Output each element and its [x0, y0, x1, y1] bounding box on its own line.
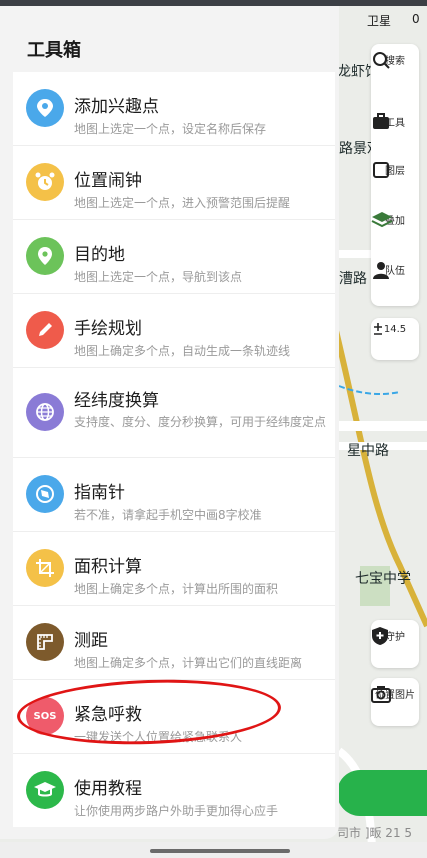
location-pin-icon: [26, 89, 64, 127]
panel-title: 工具箱: [27, 40, 81, 61]
guard-button[interactable]: 守护: [371, 620, 419, 668]
tool-title: 指南针: [74, 483, 125, 503]
tool-title: 面积计算: [74, 557, 142, 577]
alarm-clock-icon: [26, 163, 64, 201]
tool-tutorial[interactable]: 使用教程 让你使用两步路户外助手更加得心应手: [13, 754, 335, 827]
gps-label: 卫星: [367, 14, 392, 28]
tool-desc: 若不准，请拿起手机空中画8字校准: [74, 508, 262, 522]
tool-desc: 让你使用两步路户外助手更加得心应手: [74, 804, 279, 818]
tool-freehand-plan[interactable]: 手绘规划 地图上确定多个点，自动生成一条轨迹线: [13, 294, 335, 368]
start-button[interactable]: [337, 770, 427, 816]
destination-pin-icon: [26, 237, 64, 275]
tool-title: 位置闹钟: [74, 171, 142, 191]
tool-desc: 地图上选定一个点，进入预警范围后提醒: [74, 196, 291, 210]
toolbox-icon: [373, 113, 389, 129]
plus-minus-icon: [374, 323, 382, 335]
right-toolbar: 搜索 工具 图层 叠加 队伍: [371, 44, 419, 306]
tool-desc: 地图上确定多个点，计算出它们的直线距离: [74, 656, 303, 670]
tool-desc: 地图上确定多个点，计算出所围的面积: [74, 582, 279, 596]
map-label-road2: 漕路: [339, 271, 367, 287]
tool-desc: 地图上选定一个点，导航到该点: [74, 270, 243, 284]
tool-desc: 地图上选定一个点，设定名称后保存: [74, 122, 267, 136]
tool-add-poi[interactable]: 添加兴趣点 地图上选定一个点，设定名称后保存: [13, 72, 335, 146]
pencil-icon: [26, 311, 64, 349]
graduation-cap-icon: [26, 771, 64, 809]
search-button[interactable]: 搜索: [371, 50, 419, 69]
tool-distance[interactable]: 测距 地图上确定多个点，计算出它们的直线距离: [13, 606, 335, 680]
tool-title: 添加兴趣点: [74, 97, 159, 117]
layers-button[interactable]: 图层: [371, 160, 419, 178]
compass-icon: [26, 475, 64, 513]
team-button[interactable]: 队伍: [371, 260, 419, 279]
overlay-button[interactable]: 叠加: [371, 210, 419, 228]
tools-button[interactable]: 工具: [371, 112, 419, 129]
tool-destination[interactable]: 目的地 地图上选定一个点，导航到该点: [13, 220, 335, 294]
tool-title: 经纬度换算: [74, 391, 159, 411]
map-label-school: 七宝中学: [355, 571, 411, 587]
tool-desc: 支持度、度分、度分秒换算，可用于经纬度定点: [74, 415, 327, 429]
zoom-indicator[interactable]: 14.5: [371, 318, 419, 360]
stack-icon: [371, 212, 393, 228]
map-label-bottom: 司市 ]畈 21 5: [337, 826, 413, 840]
crop-area-icon: [26, 549, 64, 587]
gps-count: 0: [412, 12, 420, 26]
tool-desc: 地图上确定多个点，自动生成一条轨迹线: [74, 344, 291, 358]
map-label-road3: 星中路: [347, 443, 389, 459]
tool-title: 使用教程: [74, 779, 142, 799]
tool-compass[interactable]: 指南针 若不准，请拿起手机空中画8字校准: [13, 458, 335, 532]
search-icon: [373, 52, 390, 69]
tool-location-alarm[interactable]: 位置闹钟 地图上选定一个点，进入预警范围后提醒: [13, 146, 335, 220]
toolbox-panel: 工具箱 添加兴趣点 地图上选定一个点，设定名称后保存 位置闹钟 地图上选定一个点…: [0, 6, 339, 839]
location-photo-button[interactable]: 位置图片: [371, 678, 419, 726]
globe-icon: [26, 393, 64, 431]
camera-icon: [371, 686, 391, 703]
home-indicator[interactable]: [150, 849, 290, 853]
person-icon: [373, 262, 389, 279]
tool-title: 目的地: [74, 245, 125, 265]
tool-coordinate-convert[interactable]: 经纬度换算 支持度、度分、度分秒换算，可用于经纬度定点: [13, 368, 335, 458]
ruler-icon: [26, 623, 64, 661]
layers-icon: [373, 162, 389, 178]
tool-title: 手绘规划: [74, 319, 142, 339]
tool-area-calc[interactable]: 面积计算 地图上确定多个点，计算出所围的面积: [13, 532, 335, 606]
shield-icon: [372, 627, 388, 645]
tool-title: 测距: [74, 631, 108, 651]
